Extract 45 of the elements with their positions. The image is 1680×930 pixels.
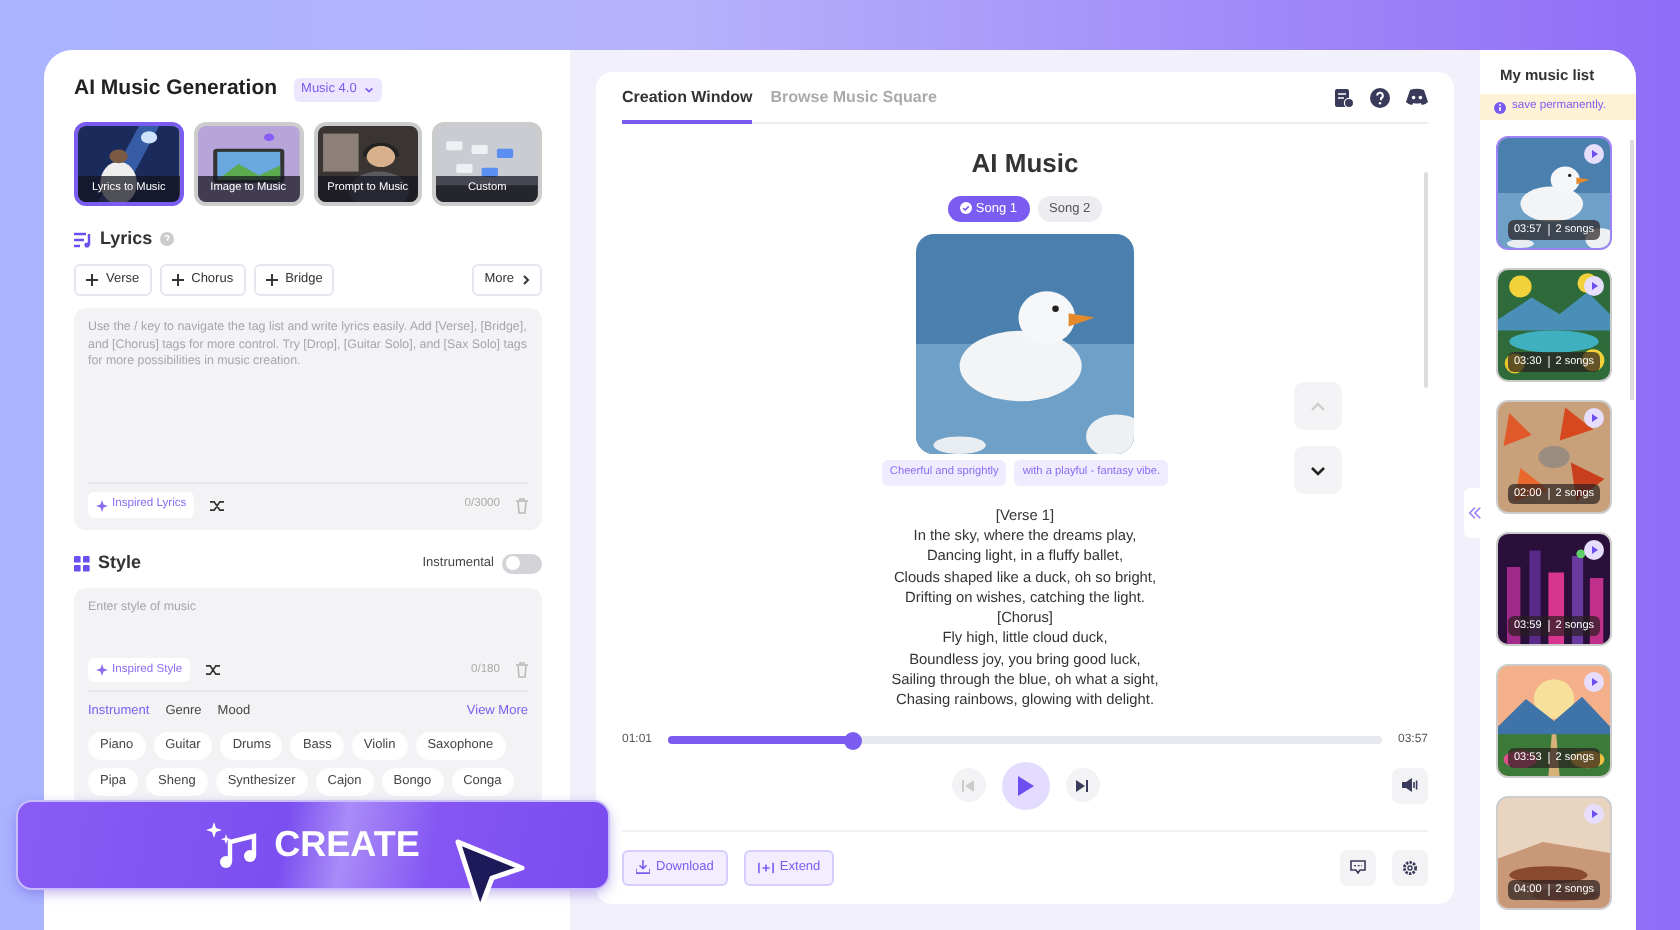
scroll-down-button[interactable]: [1294, 446, 1342, 494]
song-title: AI Music: [969, 146, 1081, 182]
app-title: AI Music Generation: [74, 74, 278, 104]
next-button[interactable]: [1065, 768, 1099, 803]
help-icon[interactable]: [1370, 87, 1390, 107]
lyrics-field[interactable]: [74, 308, 542, 530]
next-icon: [1076, 779, 1088, 792]
speaker-icon: [1402, 778, 1418, 793]
sparkle-music-icon: [206, 821, 259, 869]
comment-icon: [1350, 860, 1366, 875]
collapse-button[interactable]: [1464, 488, 1484, 538]
chevron-up-icon: [1310, 401, 1326, 411]
shuffle-icon[interactable]: [206, 663, 221, 676]
settings-icon: [1402, 859, 1418, 876]
extend-icon: [757, 861, 774, 874]
caret-icon: [364, 85, 375, 94]
feedback-button[interactable]: [1340, 849, 1376, 886]
play-icon[interactable]: [1584, 539, 1604, 560]
plus-icon: [171, 274, 184, 287]
chevron-right-icon: [522, 274, 530, 287]
sparkle-icon: [96, 663, 108, 676]
play-icon: [1016, 775, 1034, 796]
plus-icon: [86, 274, 98, 287]
progress-bar[interactable]: [668, 736, 1382, 745]
document-icon[interactable]: [1334, 87, 1354, 107]
section-title: Lyrics: [100, 225, 153, 252]
lyrics-icon: [74, 231, 92, 247]
grid-icon: [74, 555, 90, 572]
play-button[interactable]: [1001, 761, 1049, 810]
volume-button[interactable]: [1392, 767, 1428, 804]
download-icon: [636, 860, 650, 875]
shuffle-icon[interactable]: [210, 499, 225, 512]
slider-thumb[interactable]: [844, 731, 863, 750]
plus-icon: [265, 274, 278, 287]
settings-button[interactable]: [1392, 849, 1428, 886]
previous-icon: [962, 779, 974, 792]
instrumental-toggle[interactable]: [502, 553, 542, 574]
check-icon: [959, 202, 972, 215]
section-title: Style: [98, 550, 142, 576]
chevron-down-icon: [1310, 465, 1326, 475]
tab[interactable]: Creation Window: [622, 73, 753, 123]
chat-controller-icon[interactable]: [1406, 88, 1428, 106]
info-icon: [1494, 101, 1506, 114]
double-chevron-icon: [1467, 506, 1481, 520]
sparkle-icon: [96, 499, 108, 512]
